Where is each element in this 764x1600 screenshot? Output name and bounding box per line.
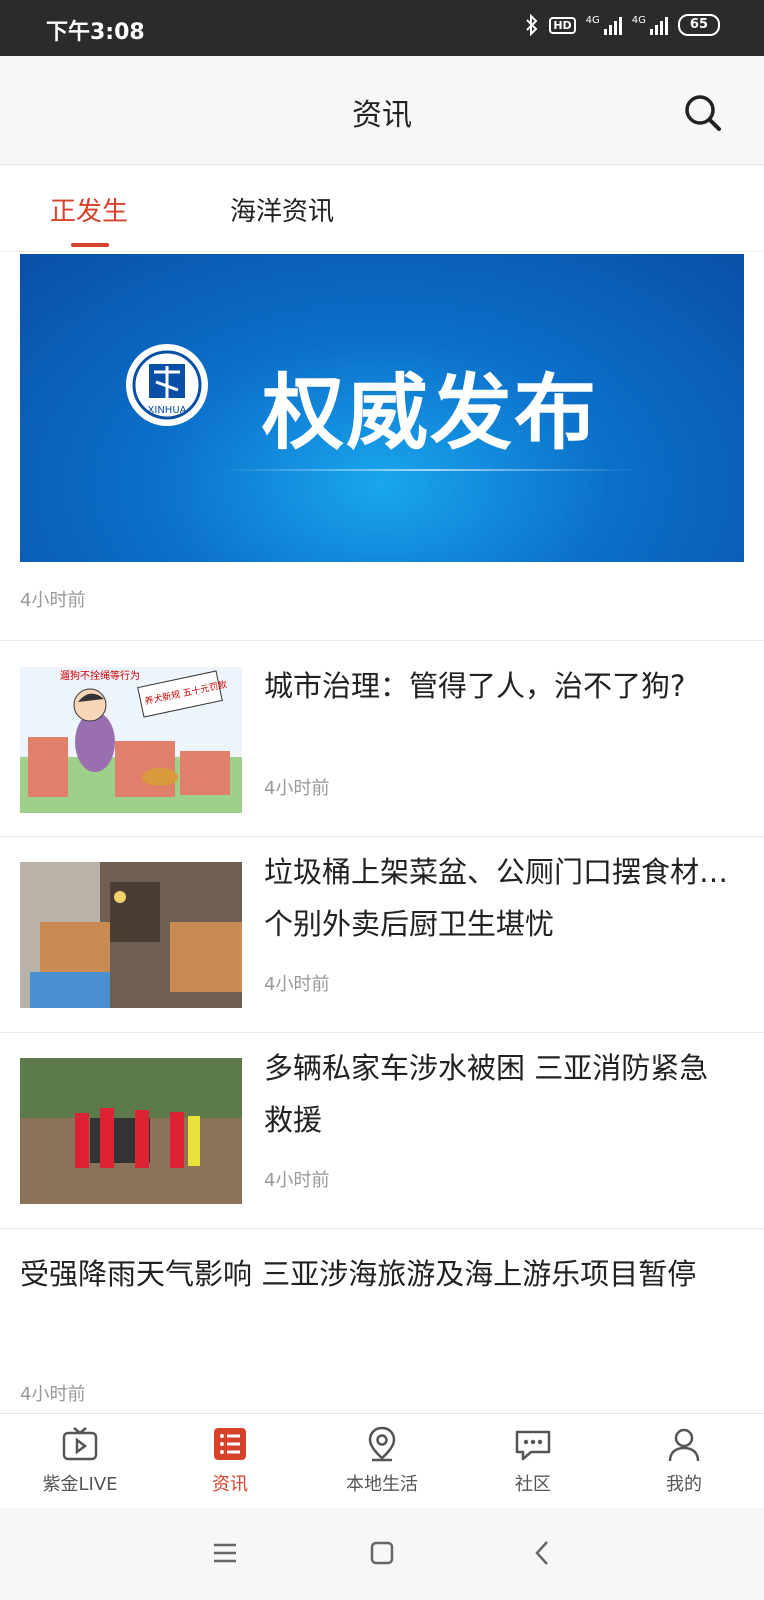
- nav-item-community[interactable]: 社区: [463, 1424, 603, 1496]
- signal-icon: 4G: [632, 15, 668, 35]
- news-item[interactable]: 垃圾桶上架菜盆、公厕门口摆食材…个别外卖后厨卫生堪忧 4小时前: [0, 838, 764, 1032]
- news-list-icon: [214, 1428, 246, 1460]
- search-icon[interactable]: [682, 92, 722, 132]
- hd-badge: HD: [549, 16, 576, 34]
- app-header: 资讯: [0, 56, 764, 165]
- divider: [0, 640, 764, 641]
- location-pin-icon: [368, 1426, 396, 1462]
- signal-icon: 4G: [586, 15, 622, 35]
- nav-label: 社区: [515, 1474, 551, 1495]
- news-thumbnail-flood-rescue: [20, 1058, 242, 1204]
- divider: [0, 836, 764, 837]
- nav-item-news[interactable]: 资讯: [160, 1424, 300, 1496]
- menu-icon[interactable]: [210, 1538, 240, 1568]
- system-nav-bar: [0, 1508, 764, 1600]
- news-time: 4小时前: [20, 1384, 86, 1405]
- status-time: 下午3:08: [46, 20, 145, 45]
- news-title: 多辆私家车涉水被困 三亚消防紧急救援: [264, 1051, 709, 1137]
- banner-time: 4小时前: [20, 590, 86, 611]
- nav-item-me[interactable]: 我的: [614, 1424, 754, 1496]
- banner-headline: 权威发布: [262, 366, 599, 461]
- news-thumbnail-kitchen: [20, 862, 242, 1008]
- xinhua-logo-icon: XINHUA: [126, 344, 208, 426]
- logo-text: XINHUA: [148, 405, 187, 416]
- news-title: 城市治理：管得了人，治不了狗?: [264, 669, 686, 703]
- network-type-label: 4G: [585, 15, 600, 26]
- nav-label: 资讯: [212, 1474, 248, 1495]
- nav-label: 本地生活: [346, 1474, 418, 1495]
- tv-play-icon: [62, 1427, 98, 1461]
- person-icon: [668, 1428, 700, 1462]
- nav-item-local-life[interactable]: 本地生活: [312, 1424, 452, 1496]
- news-item[interactable]: 养犬新规 五十元罚款 遛狗不拴绳等行为 城市治理：管得了人，治不了狗? 4小时前: [0, 642, 764, 836]
- tab-happening[interactable]: 正发生: [50, 191, 128, 228]
- status-bar: 下午3:08 HD 4G 4G 65: [0, 0, 764, 56]
- tab-bar: 正发生 海洋资讯: [0, 165, 764, 252]
- news-time: 4小时前: [264, 974, 330, 995]
- bluetooth-icon: [526, 14, 538, 36]
- news-time: 4小时前: [264, 1170, 330, 1191]
- banner-image[interactable]: XINHUA 权威发布: [20, 254, 744, 562]
- news-title: 受强降雨天气影响 三亚涉海旅游及海上游乐项目暂停: [20, 1257, 697, 1291]
- banner-glow-line: [220, 469, 640, 471]
- news-time: 4小时前: [264, 778, 330, 799]
- nav-label: 紫金LIVE: [42, 1474, 118, 1495]
- nav-label: 我的: [666, 1474, 702, 1495]
- nav-item-live[interactable]: 紫金LIVE: [10, 1424, 150, 1496]
- divider: [0, 1032, 764, 1033]
- divider: [0, 1228, 764, 1229]
- news-thumbnail-cartoon: 养犬新规 五十元罚款 遛狗不拴绳等行为: [20, 667, 242, 813]
- home-square-icon[interactable]: [367, 1538, 397, 1568]
- status-icons: HD 4G 4G 65: [525, 14, 720, 36]
- cartoon-caption: 遛狗不拴绳等行为: [60, 669, 140, 682]
- page-title: 资讯: [352, 98, 412, 133]
- news-item[interactable]: 受强降雨天气影响 三亚涉海旅游及海上游乐项目暂停 4小时前: [0, 1230, 764, 1413]
- news-item[interactable]: 多辆私家车涉水被困 三亚消防紧急救援 4小时前: [0, 1034, 764, 1228]
- news-title: 垃圾桶上架菜盆、公厕门口摆食材…个别外卖后厨卫生堪忧: [264, 855, 729, 941]
- bottom-nav: 紫金LIVE 资讯 本地生活 社区 我的: [0, 1413, 764, 1509]
- back-chevron-icon[interactable]: [528, 1538, 558, 1568]
- network-type-label: 4G: [631, 15, 646, 26]
- active-tab-indicator: [71, 243, 109, 247]
- chat-bubble-icon: [515, 1430, 551, 1461]
- battery-indicator: 65: [677, 14, 720, 36]
- tab-ocean-news[interactable]: 海洋资讯: [230, 191, 334, 228]
